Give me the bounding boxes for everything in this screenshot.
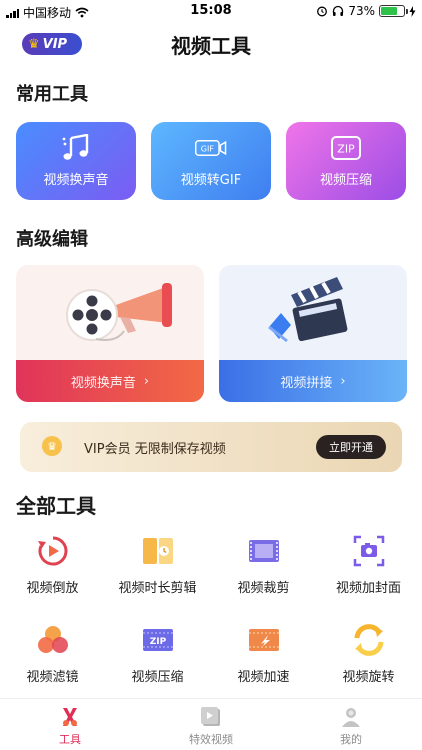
battery-icon [379, 5, 408, 17]
zip-icon: ZIP [330, 135, 362, 161]
advanced-card-label: 视频拼接 [280, 375, 333, 391]
common-tool-audio-swap[interactable]: 视频换声音 [16, 122, 136, 200]
tool-compress[interactable]: ZIP 视频压缩 [105, 622, 210, 694]
tool-label: 视频旋转 [342, 670, 395, 685]
tab-label: 特效视频 [189, 733, 233, 746]
advanced-card-bar: 视频拼接 › [219, 360, 407, 402]
add-cover-icon [351, 533, 387, 569]
tab-profile[interactable]: 我的 [311, 705, 391, 747]
vip-banner[interactable]: ♛ VIP会员 无限制保存视频 立即开通 [20, 422, 402, 472]
tool-reverse[interactable]: 视频倒放 [0, 533, 105, 605]
rotate-icon [351, 622, 387, 658]
common-tool-label: 视频换声音 [43, 172, 109, 188]
tool-speed-up[interactable]: 视频加速 [211, 622, 316, 694]
tool-label: 视频压缩 [131, 670, 184, 685]
common-tool-to-gif[interactable]: GIF 视频转GIF [151, 122, 271, 200]
filter-icon [35, 622, 71, 658]
tool-rotate[interactable]: 视频旋转 [316, 622, 421, 694]
status-bar: 中国移动 15:08 73% [0, 0, 422, 22]
vip-banner-text: VIP会员 无限制保存视频 [84, 442, 226, 457]
open-vip-button[interactable]: 立即开通 [316, 435, 386, 459]
tab-bar: 工具 特效视频 我的 [0, 698, 422, 750]
tab-label: 我的 [340, 733, 362, 746]
duration-trim-icon [140, 533, 176, 569]
clapperboard-icon [268, 277, 348, 343]
tool-add-cover[interactable]: 视频加封面 [316, 533, 421, 605]
profile-icon [339, 705, 363, 729]
svg-text:ZIP: ZIP [337, 142, 355, 155]
music-note-icon [60, 133, 92, 161]
tools-icon [58, 705, 82, 729]
tool-label: 视频裁剪 [237, 581, 290, 596]
headphones-icon [333, 5, 344, 16]
common-tools-title: 常用工具 [16, 84, 88, 105]
common-tool-compress[interactable]: ZIP 视频压缩 [286, 122, 406, 200]
film-reel-megaphone-icon [66, 283, 172, 341]
advanced-edit-title: 高级编辑 [16, 229, 88, 250]
tool-label: 视频倒放 [26, 581, 79, 596]
effects-video-icon [199, 705, 223, 729]
tab-label: 工具 [59, 733, 81, 746]
alarm-icon [317, 6, 328, 17]
common-tool-label: 视频压缩 [319, 172, 372, 188]
tool-label: 视频加封面 [335, 581, 401, 596]
battery-percent: 73% [348, 4, 375, 18]
tab-effects-video[interactable]: 特效视频 [171, 705, 251, 747]
tool-label: 视频滤镜 [26, 670, 79, 685]
tool-filter[interactable]: 视频滤镜 [0, 622, 105, 694]
tool-label: 视频时长剪辑 [118, 581, 197, 596]
advanced-card-merge[interactable]: 视频拼接 › [219, 265, 407, 402]
svg-text:GIF: GIF [201, 144, 215, 153]
all-tools-title: 全部工具 [16, 494, 96, 518]
charging-icon [409, 5, 416, 17]
vip-crown-badge-icon: ♛ [42, 436, 62, 456]
status-right: 73% [316, 4, 416, 18]
svg-text:ZIP: ZIP [149, 637, 166, 647]
crop-icon [246, 533, 282, 569]
chevron-right-icon: › [143, 373, 150, 389]
gif-icon: GIF [195, 135, 227, 161]
common-tool-label: 视频转GIF [180, 172, 242, 188]
advanced-card-audio-swap[interactable]: 视频换声音 › [16, 265, 204, 402]
advanced-card-label: 视频换声音 [70, 375, 136, 391]
tab-tools[interactable]: 工具 [30, 705, 110, 747]
speed-up-icon [246, 622, 282, 658]
reverse-play-icon [35, 533, 71, 569]
nav-bar: ♛ VIP 视频工具 [0, 22, 422, 66]
page-title: 视频工具 [171, 34, 251, 58]
tool-duration-trim[interactable]: 视频时长剪辑 [105, 533, 210, 605]
tool-crop[interactable]: 视频裁剪 [211, 533, 316, 605]
tool-label: 视频加速 [237, 670, 290, 685]
advanced-card-bar: 视频换声音 › [16, 360, 204, 402]
compress-icon: ZIP [140, 622, 176, 658]
chevron-right-icon: › [340, 373, 346, 389]
